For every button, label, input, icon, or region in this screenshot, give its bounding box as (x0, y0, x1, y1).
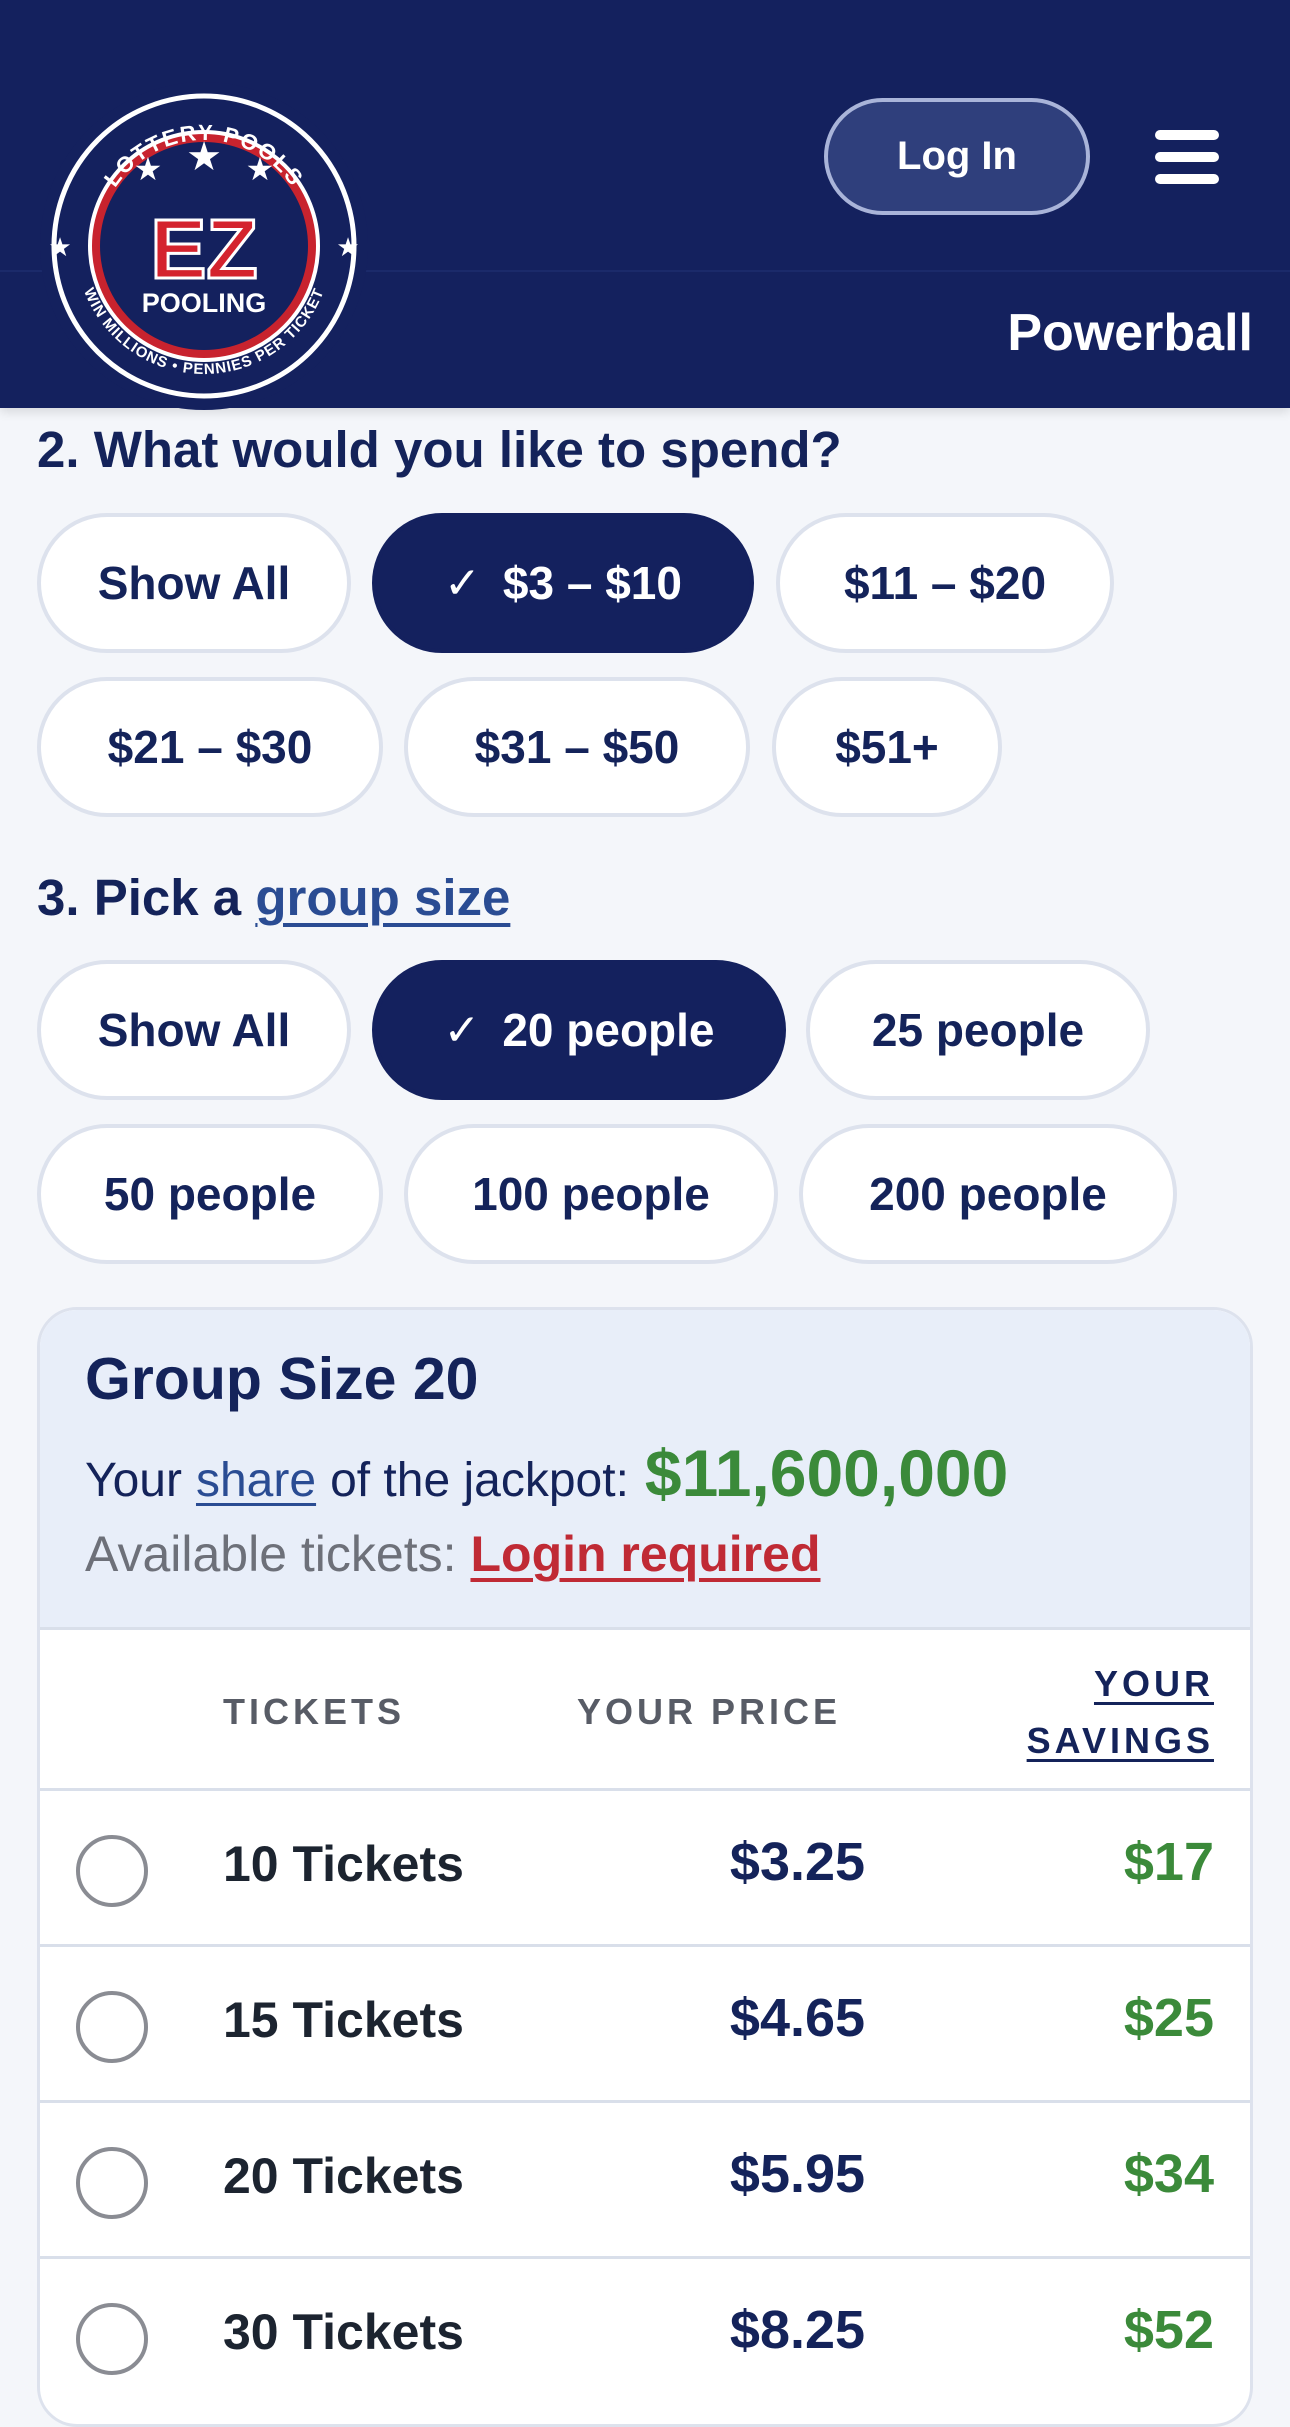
spend-option-31-50[interactable]: $31 – $50 (404, 677, 750, 817)
table-row[interactable]: 20 Tickets $5.95 $34 (40, 2103, 1250, 2259)
svg-text:★: ★ (336, 233, 359, 263)
card-title: Group Size 20 (85, 1346, 479, 1412)
checkmark-icon: ✓ (444, 558, 481, 608)
group-option-show-all[interactable]: Show All (37, 960, 351, 1100)
spend-section-title: 2. What would you like to spend? (37, 421, 842, 478)
available-tickets-line: Available tickets: Login required (85, 1525, 820, 1583)
login-required-link[interactable]: Login required (470, 1525, 820, 1583)
savings-header-line1: YOUR (1093, 1663, 1214, 1704)
spend-option-show-all[interactable]: Show All (37, 513, 351, 653)
share-link[interactable]: share (196, 1453, 316, 1508)
chip-label: $11 – $20 (843, 557, 1047, 609)
ticket-price: $5.95 (729, 2144, 866, 2204)
radio-button[interactable] (76, 2303, 148, 2375)
hamburger-menu-icon[interactable] (1155, 130, 1219, 184)
radio-button[interactable] (76, 1991, 148, 2063)
group-option-100-people[interactable]: 100 people (404, 1124, 778, 1264)
ticket-count: 10 Tickets (223, 1836, 464, 1892)
svg-text:★: ★ (48, 233, 71, 263)
group-size-card: Group Size 20 Your share of the jackpot:… (37, 1307, 1253, 2427)
ticket-price: $8.25 (729, 2300, 866, 2360)
radio-button[interactable] (76, 1835, 148, 1907)
ticket-savings: $25 (1123, 1988, 1214, 2048)
chip-label: 20 people (502, 1004, 715, 1056)
price-column-header: YOUR PRICE (577, 1691, 842, 1732)
chip-label: 50 people (103, 1168, 317, 1220)
ticket-savings: $52 (1123, 2300, 1214, 2360)
svg-text:★: ★ (246, 150, 275, 188)
jackpot-share-amount: $11,600,000 (644, 1436, 1009, 1510)
tickets-column-header: TICKETS (223, 1691, 406, 1732)
ez-pooling-logo[interactable]: LOTTERY POOLS WIN MILLIONS • PENNIES PER… (38, 80, 370, 412)
chip-label: $51+ (835, 721, 939, 773)
chip-label: $21 – $30 (107, 721, 313, 773)
share-prefix: Your (85, 1454, 182, 1507)
savings-header-line2: SAVINGS (1026, 1720, 1214, 1761)
jackpot-share-line: Your share of the jackpot: $11,600,000 (85, 1435, 1008, 1511)
table-row[interactable]: 15 Tickets $4.65 $25 (40, 1947, 1250, 2103)
savings-column-header[interactable]: YOUR SAVINGS (1027, 1655, 1214, 1769)
ticket-price: $3.25 (729, 1832, 866, 1892)
spend-option-3-10[interactable]: ✓ $3 – $10 (372, 513, 754, 653)
ticket-savings: $34 (1123, 2144, 1214, 2204)
group-option-20-people[interactable]: ✓ 20 people (372, 960, 786, 1100)
chip-label: 25 people (871, 1004, 1085, 1056)
ticket-count: 30 Tickets (223, 2304, 464, 2360)
spend-option-11-20[interactable]: $11 – $20 (776, 513, 1114, 653)
svg-text:★: ★ (134, 150, 163, 188)
card-header: Group Size 20 Your share of the jackpot:… (40, 1310, 1250, 1630)
ticket-price: $4.65 (729, 1988, 866, 2048)
ticket-count: 15 Tickets (223, 1992, 464, 2048)
group-option-50-people[interactable]: 50 people (37, 1124, 383, 1264)
share-suffix: of the jackpot: (330, 1454, 629, 1507)
log-in-button[interactable]: Log In (824, 98, 1090, 215)
chip-label: Show All (97, 1004, 291, 1056)
group-option-25-people[interactable]: 25 people (806, 960, 1150, 1100)
group-section-title: 3. Pick a group size (37, 868, 510, 927)
logo-sub-text: POOLING (142, 288, 267, 318)
table-row[interactable]: 10 Tickets $3.25 $17 (40, 1791, 1250, 1947)
chip-label: $31 – $50 (474, 721, 680, 773)
chip-label: 200 people (869, 1168, 1107, 1220)
logo-main-text: EZ (150, 202, 257, 296)
available-label: Available tickets: (85, 1526, 457, 1582)
group-size-link[interactable]: group size (255, 869, 510, 926)
table-row[interactable]: 30 Tickets $8.25 $52 (40, 2259, 1250, 2415)
game-title: Powerball (1007, 304, 1253, 362)
spend-option-51-plus[interactable]: $51+ (772, 677, 1002, 817)
chip-label: $3 – $10 (502, 557, 682, 609)
ticket-count: 20 Tickets (223, 2148, 464, 2204)
checkmark-icon: ✓ (443, 1005, 481, 1055)
svg-text:★: ★ (186, 134, 222, 180)
spend-option-21-30[interactable]: $21 – $30 (37, 677, 383, 817)
ticket-savings: $17 (1123, 1832, 1214, 1892)
table-header-row: TICKETS YOUR PRICE YOUR SAVINGS (40, 1633, 1250, 1791)
chip-label: Show All (97, 557, 291, 609)
chip-label: 100 people (472, 1168, 710, 1220)
group-title-prefix: 3. Pick a (37, 869, 242, 926)
group-option-200-people[interactable]: 200 people (799, 1124, 1177, 1264)
radio-button[interactable] (76, 2147, 148, 2219)
